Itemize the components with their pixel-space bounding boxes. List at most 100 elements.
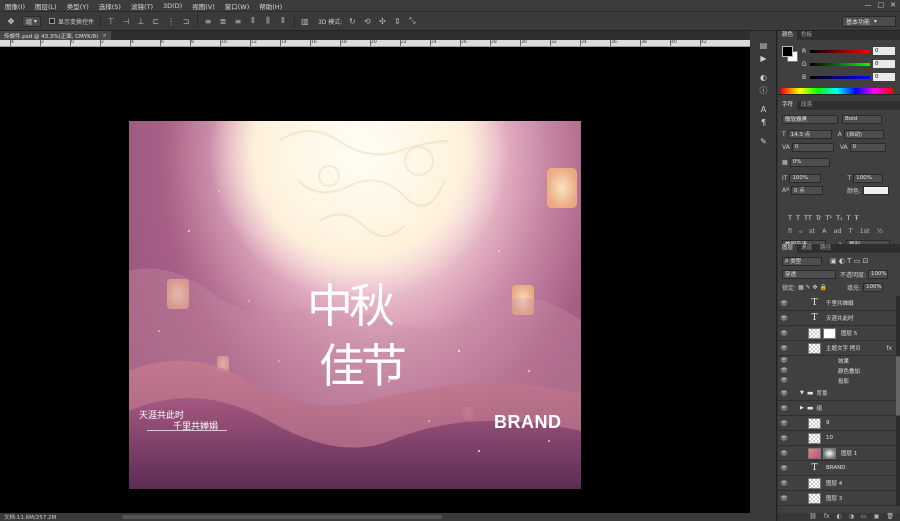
new-group-icon[interactable]: ▭	[861, 513, 867, 521]
text-color-swatch[interactable]	[862, 185, 889, 195]
channel-g-value[interactable]: 0	[873, 60, 895, 68]
channel-r-value[interactable]: 0	[873, 47, 895, 55]
layer-row[interactable]: 👁 9	[778, 416, 896, 431]
visibility-eye-icon[interactable]: 👁	[778, 330, 790, 337]
ordinals-button[interactable]: 1st	[860, 227, 870, 235]
workspace-dropdown[interactable]: 基本功能 ▾	[842, 16, 896, 27]
artboard[interactable]: 中秋 佳节 天涯共此时 千里共婵娟 BRAND	[129, 121, 581, 489]
distribute-hcenter-icon[interactable]: ⫼	[263, 16, 273, 26]
red-slider[interactable]	[810, 49, 870, 53]
layer-row[interactable]: 👁 ▼ ▬ 背景	[778, 386, 896, 401]
align-left-icon[interactable]: ⊏	[151, 17, 161, 26]
show-transform-checkbox[interactable]	[48, 18, 55, 24]
character-icon[interactable]: A	[750, 103, 777, 116]
font-size-field[interactable]: 14.3 点	[787, 129, 832, 139]
channel-b-value[interactable]: 0	[873, 73, 895, 81]
layer-row[interactable]: 👁 T 千里共婵娟	[778, 296, 896, 311]
visibility-eye-icon[interactable]: 👁	[778, 435, 790, 442]
layer-row[interactable]: 👁 主题文字 拷贝 fx	[778, 341, 896, 356]
horizontal-scrollbar[interactable]	[122, 515, 442, 519]
tab-swatches[interactable]: 色板	[797, 31, 816, 40]
close-tab-icon[interactable]: ×	[102, 33, 107, 39]
subscript-button[interactable]: T₁	[836, 214, 843, 222]
drag-3d-icon[interactable]: ✣	[377, 17, 387, 26]
minimize-button[interactable]: —	[865, 1, 872, 9]
menu-type[interactable]: 类型(Y)	[62, 1, 94, 11]
visibility-eye-icon[interactable]: 👁	[778, 377, 790, 384]
visibility-eye-icon[interactable]: 👁	[778, 367, 790, 374]
visibility-eye-icon[interactable]: 👁	[778, 450, 790, 457]
slide-3d-icon[interactable]: ⇕	[392, 17, 402, 26]
actions-icon[interactable]: ▶	[750, 52, 777, 65]
layer-effect-item[interactable]: 👁 颜色叠加	[778, 366, 896, 375]
align-hcenter-icon[interactable]: ⋮	[166, 17, 176, 26]
layer-effects-icon[interactable]: fx	[886, 345, 892, 352]
tsume-field[interactable]: 0%	[789, 157, 830, 167]
align-right-icon[interactable]: ⊐	[181, 17, 191, 26]
menu-window[interactable]: 窗口(W)	[220, 1, 255, 11]
color-spectrum[interactable]	[781, 88, 893, 94]
small-caps-button[interactable]: Tr	[816, 214, 822, 222]
layers-scrollbar-thumb[interactable]	[896, 356, 900, 416]
fractions-button[interactable]: ½	[877, 227, 883, 235]
menu-layer[interactable]: 图层(L)	[30, 1, 62, 11]
distribute-right-icon[interactable]: ⫴	[278, 16, 288, 26]
opacity-field[interactable]: 100%	[868, 269, 889, 279]
visibility-eye-icon[interactable]: 👁	[778, 300, 790, 307]
layer-row[interactable]: 👁 T 天涯共此时	[778, 311, 896, 326]
layer-row[interactable]: 👁 图层 4	[778, 476, 896, 491]
link-layers-icon[interactable]: ⛓	[809, 513, 817, 521]
document-tab[interactable]: 传邮件.psd @ 43.3%(正面, CMYK/8) ×	[0, 31, 111, 40]
new-layer-icon[interactable]: ▣	[874, 513, 880, 521]
distribute-top-icon[interactable]: ≡	[203, 17, 213, 26]
lock-icons[interactable]: ▦ ✎ ✥ 🔒	[798, 284, 827, 291]
faux-italic-button[interactable]: T	[796, 214, 800, 222]
superscript-button[interactable]: T¹	[825, 214, 832, 222]
visibility-eye-icon[interactable]: 👁	[778, 495, 790, 502]
strikethrough-button[interactable]: Ŧ	[855, 214, 859, 222]
all-caps-button[interactable]: TT	[804, 214, 812, 222]
visibility-eye-icon[interactable]: 👁	[778, 357, 790, 364]
tab-channels[interactable]: 通道	[797, 244, 816, 253]
faux-bold-button[interactable]: T	[788, 214, 792, 222]
auto-select-dropdown[interactable]: 组 ▾	[22, 15, 41, 27]
layers-scrollbar[interactable]	[896, 296, 900, 506]
visibility-eye-icon[interactable]: 👁	[778, 465, 790, 472]
align-bottom-icon[interactable]: ⊥	[136, 17, 146, 26]
vertical-scale-field[interactable]: 100%	[789, 173, 822, 183]
menu-3d[interactable]: 3D(D)	[158, 2, 187, 10]
align-top-icon[interactable]: ⊤	[106, 17, 116, 26]
add-style-icon[interactable]: fx	[824, 513, 830, 521]
layer-effect-item[interactable]: 👁 投影	[778, 376, 896, 385]
scale-3d-icon[interactable]: ⤡	[407, 16, 417, 26]
blend-mode-select[interactable]: 穿透	[782, 269, 836, 279]
layer-row[interactable]: 👁 图层 1	[778, 446, 896, 461]
layer-row[interactable]: 👁 ▶ ▬ 组	[778, 401, 896, 416]
swash-button[interactable]: A	[822, 227, 826, 235]
tab-layers[interactable]: 图层	[778, 244, 798, 253]
align-vcenter-icon[interactable]: ⊣	[121, 17, 131, 26]
delete-layer-icon[interactable]: 🗑	[886, 513, 894, 521]
visibility-eye-icon[interactable]: 👁	[778, 420, 790, 427]
close-button[interactable]: ✕	[890, 1, 896, 9]
tab-paths[interactable]: 路径	[816, 244, 835, 253]
fill-field[interactable]: 100%	[862, 282, 883, 292]
menu-image[interactable]: 图像(I)	[0, 1, 30, 11]
visibility-eye-icon[interactable]: 👁	[778, 390, 790, 397]
underline-button[interactable]: T	[847, 214, 851, 222]
tab-color[interactable]: 颜色	[778, 31, 798, 40]
stylistic-alternates-button[interactable]: ad	[834, 227, 842, 235]
layer-row[interactable]: 👁 T BRAND	[778, 461, 896, 476]
ligatures-button[interactable]: fi	[788, 227, 792, 235]
tab-character[interactable]: 字符	[778, 101, 798, 110]
new-adjustment-icon[interactable]: ◑	[849, 513, 854, 521]
canvas-area[interactable]: 中秋 佳节 天涯共此时 千里共婵娟 BRAND	[0, 47, 750, 513]
chevron-down-icon[interactable]: ▼	[800, 390, 804, 396]
layer-mask-thumbnail[interactable]	[823, 327, 836, 339]
leading-field[interactable]: (自动)	[843, 129, 884, 139]
distribute-vcenter-icon[interactable]: ≣	[218, 17, 228, 26]
tracking-field[interactable]: 0	[849, 142, 886, 152]
font-family-select[interactable]: 微软雅黑	[782, 114, 838, 124]
brush-icon[interactable]: ✎	[750, 135, 777, 148]
auto-align-icon[interactable]: ▥	[300, 17, 310, 26]
